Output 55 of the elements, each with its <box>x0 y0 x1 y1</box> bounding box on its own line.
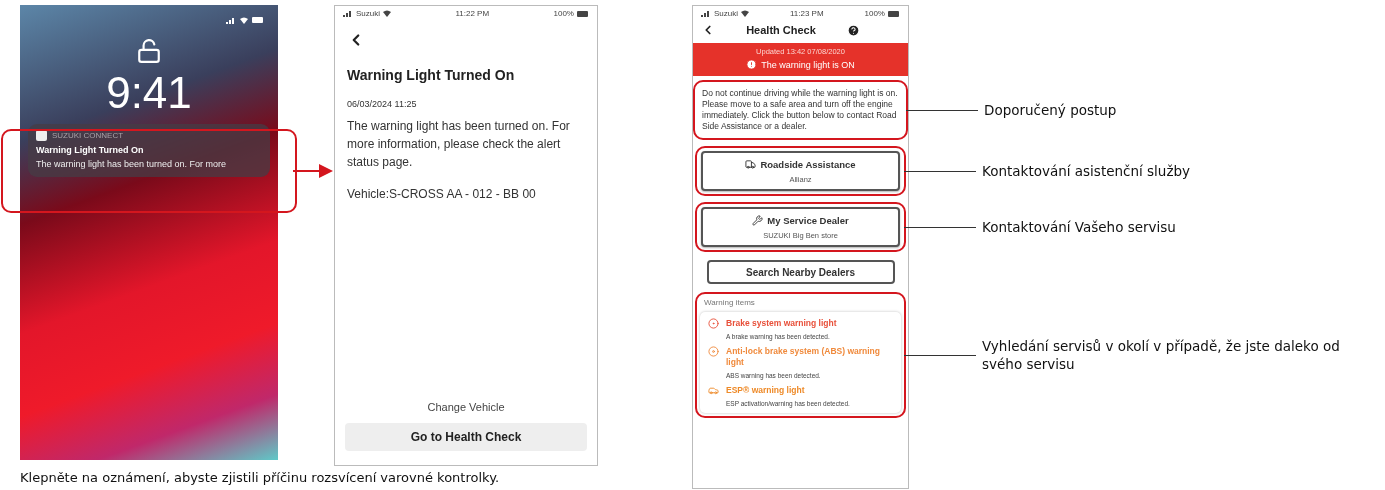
callout-label: Kontaktování Vašeho servisu <box>982 218 1176 236</box>
signal-icon <box>226 17 236 24</box>
warning-title: Brake system warning light <box>726 318 838 329</box>
wrench-icon <box>752 215 764 226</box>
brake-warning-icon <box>708 318 719 329</box>
leader-line <box>904 227 976 228</box>
arrow-icon <box>293 164 333 178</box>
notification-card[interactable]: SUZUKI CONNECT Warning Light Turned On The warning light has been turned on. For more <box>28 124 270 177</box>
vehicle-text: Vehicle:S-CROSS AA - 012 - BB 00 <box>346 186 537 201</box>
signal-icon <box>343 10 353 17</box>
date-text: 06/03/2024 11:25 <box>346 98 418 109</box>
lock-time: 9:41 <box>106 68 192 118</box>
battery-icon <box>252 17 264 23</box>
wifi-icon <box>240 17 248 24</box>
section-heading: Warning items <box>703 297 756 309</box>
app-icon <box>36 130 47 141</box>
battery-icon <box>577 10 589 17</box>
leader-line <box>904 171 976 172</box>
unlock-icon <box>136 38 162 64</box>
advice-text: Do not continue driving while the warning light is on. Please move to a safe area and turn off the engine immediately. Click the button below to contact Road Side Assistance or a dealer. <box>702 88 899 132</box>
callout-label: Kontaktování asistenční služby <box>982 162 1191 180</box>
status-time: 11:22 PM <box>455 9 490 18</box>
change-vehicle-link[interactable]: Change Vehicle <box>427 401 505 413</box>
wifi-icon <box>741 10 749 17</box>
car-icon <box>708 385 719 396</box>
notification-title: Warning Light Turned On <box>36 145 145 155</box>
warning-title: Anti-lock brake system (ABS) warning light <box>726 346 881 368</box>
screen-title: Health Check <box>745 24 817 36</box>
health-check-button[interactable]: Go to Health Check <box>345 423 587 451</box>
carrier-name: Suzuki <box>714 9 738 18</box>
contact-title: My Service Dealer <box>767 215 849 226</box>
app-name: SUZUKI CONNECT <box>52 131 124 140</box>
help-icon[interactable] <box>847 23 860 37</box>
alert-icon <box>746 59 758 70</box>
battery-icon <box>888 10 900 17</box>
screen-title: Warning Light Turned On <box>346 66 516 83</box>
banner-message: The warning light is ON <box>761 59 855 70</box>
search-dealers-button[interactable]: Search Nearby Dealers <box>706 260 895 284</box>
leader-line <box>906 110 978 111</box>
wifi-icon <box>383 10 391 17</box>
contact-title: Roadside Assistance <box>760 159 856 170</box>
leader-line <box>904 355 976 356</box>
battery-level: 100% <box>553 9 574 18</box>
truck-icon <box>745 159 757 170</box>
carrier-name: Suzuki <box>356 9 380 18</box>
callout-label: Doporučený postup <box>984 101 1117 119</box>
status-time: 11:23 PM <box>789 9 824 18</box>
caption-text: Klepněte na oznámení, abyste zjistili příčinu rozsvícení varovné kontrolky. <box>20 470 500 485</box>
callout-label: Vyhledání servisů v okolí v případě, že jste daleko od svého servisu <box>982 337 1341 373</box>
battery-level: 100% <box>864 9 885 18</box>
signal-icon <box>701 10 711 17</box>
message-text: The warning light has been turned on. For more information, please check the alert status page. <box>346 118 571 171</box>
abs-warning-icon <box>708 346 719 357</box>
notification-body: The warning light has been turned on. For more <box>36 159 228 169</box>
warning-title: ESP® warning light <box>726 385 806 396</box>
